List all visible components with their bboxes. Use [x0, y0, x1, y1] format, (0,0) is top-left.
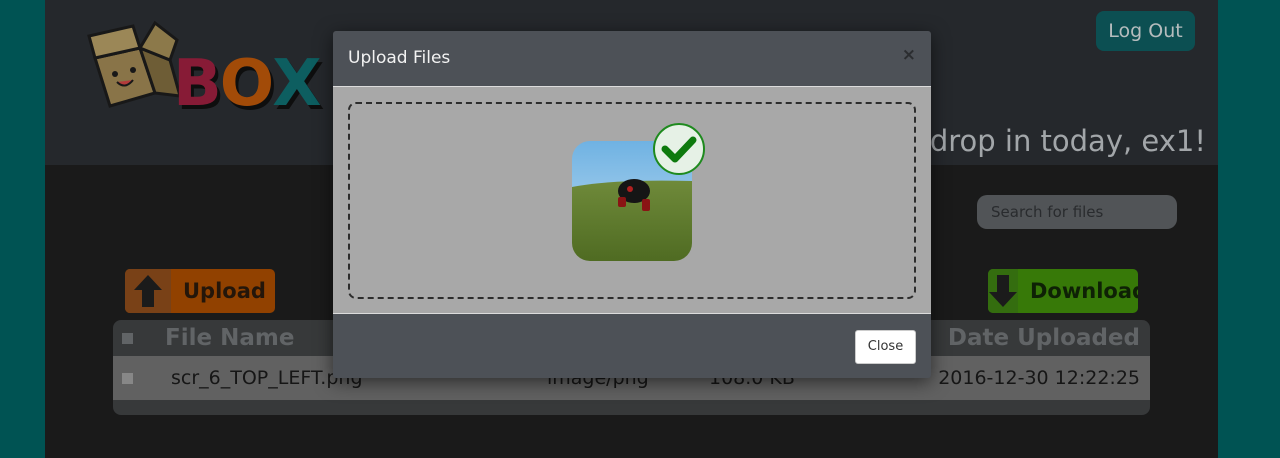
- upload-modal: Upload Files × Close: [333, 31, 931, 378]
- file-dropzone[interactable]: [348, 102, 916, 299]
- modal-header: Upload Files ×: [333, 31, 931, 87]
- upload-success-check-icon: [653, 123, 705, 175]
- modal-body: [333, 87, 931, 313]
- close-button[interactable]: Close: [855, 330, 916, 364]
- modal-footer: Close: [333, 313, 931, 378]
- modal-title: Upload Files: [348, 48, 451, 68]
- close-icon[interactable]: ×: [902, 45, 916, 65]
